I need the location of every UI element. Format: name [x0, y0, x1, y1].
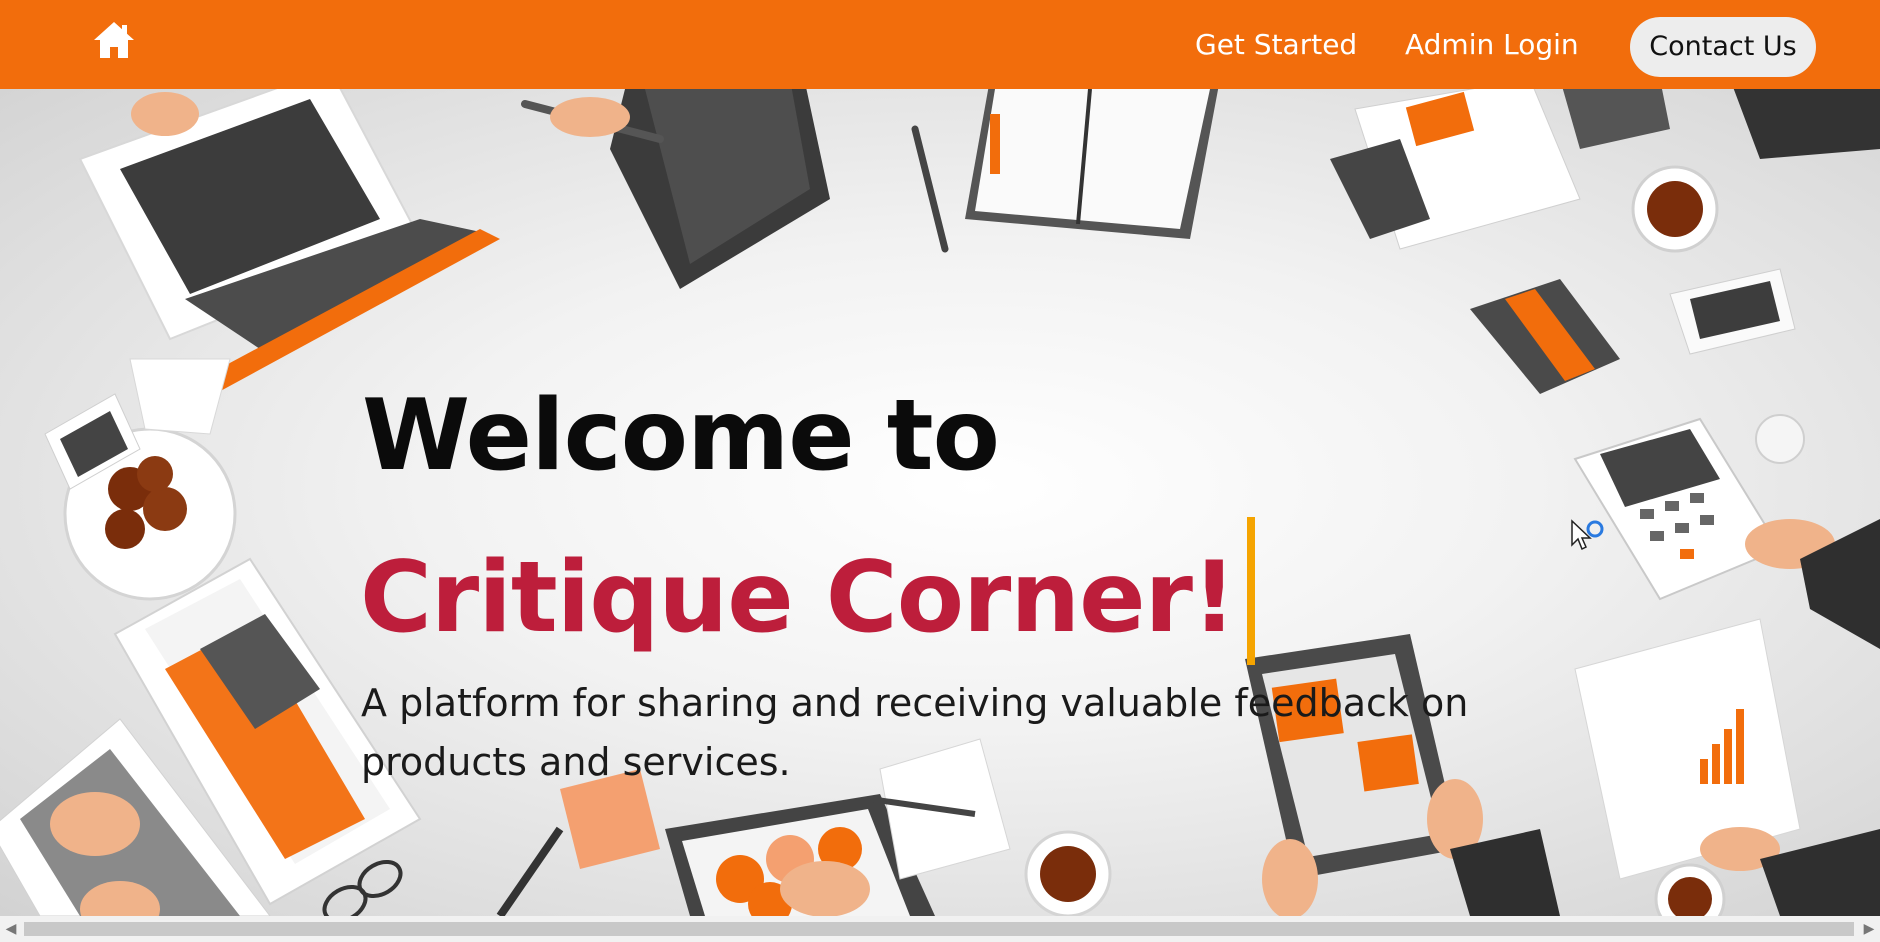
- coffee-cup-illustration: [1024, 830, 1112, 916]
- clipboard-top-right-illustration: [1330, 89, 1880, 253]
- horizontal-scrollbar[interactable]: ◀ ▶: [0, 916, 1880, 942]
- hero-title-brand: Critique Corner!: [360, 541, 1237, 655]
- laptop-bottom-left-illustration: [0, 557, 422, 916]
- nav-admin-login[interactable]: Admin Login: [1405, 28, 1579, 61]
- hero-subtitle: A platform for sharing and receiving val…: [361, 681, 1469, 784]
- home-icon: [94, 22, 134, 58]
- scroll-left-arrow-icon[interactable]: ◀: [0, 916, 22, 942]
- nav-get-started[interactable]: Get Started: [1195, 28, 1357, 61]
- calculator-illustration: [1573, 417, 1880, 649]
- cookie-plate-illustration: [44, 358, 237, 601]
- top-navbar: Get Started Admin Login Contact Us: [0, 0, 1880, 89]
- scroll-right-arrow-icon[interactable]: ▶: [1858, 916, 1880, 942]
- chart-paper-illustration: [1574, 618, 1880, 916]
- laptop-top-left-illustration: [78, 89, 500, 394]
- pen-illustration: [911, 125, 949, 253]
- home-link[interactable]: [92, 20, 136, 60]
- tablet-top-illustration: [521, 89, 830, 289]
- contact-us-button[interactable]: Contact Us: [1630, 17, 1816, 77]
- folder-right-illustration: [1470, 268, 1796, 394]
- hero-title-welcome: Welcome to: [362, 379, 1000, 493]
- typing-caret: [1247, 517, 1255, 665]
- notebook-top-illustration: [965, 89, 1219, 239]
- mouse-cursor-icon: [1571, 519, 1604, 551]
- crumpled-paper-illustration: [1755, 414, 1805, 464]
- scrollbar-thumb[interactable]: [24, 922, 1854, 936]
- hero-section: Welcome to Critique Corner! A platform f…: [0, 89, 1880, 916]
